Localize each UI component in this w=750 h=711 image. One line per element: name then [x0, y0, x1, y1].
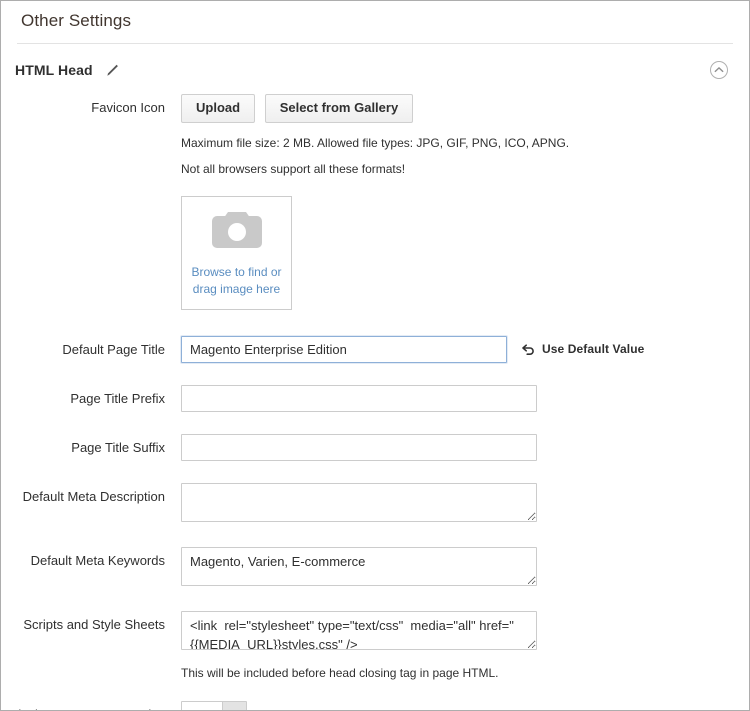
scripts-and-style-sheets-textarea[interactable]: <link rel="stylesheet" type="text/css" m…	[181, 610, 537, 650]
scripts-and-style-sheets-note: This will be included before head closin…	[181, 665, 499, 680]
field-row-page-title-suffix: Page Title Suffix	[1, 433, 749, 461]
favicon-note-filesize: Maximum file size: 2 MB. Allowed file ty…	[181, 136, 570, 151]
default-meta-description-label: Default Meta Description	[22, 488, 165, 504]
dropzone-text-line1: Browse to find or	[191, 265, 282, 280]
field-row-display-demo-store-notice: Display Demo Store Notice No	[1, 700, 749, 710]
chevron-down-icon[interactable]	[222, 701, 246, 710]
section-header: Other Settings	[1, 1, 749, 43]
use-default-value-link[interactable]: Use Default Value	[521, 342, 644, 356]
pencil-icon[interactable]	[105, 62, 121, 78]
select-from-gallery-button[interactable]: Select from Gallery	[264, 94, 414, 124]
field-row-page-title-prefix: Page Title Prefix	[1, 384, 749, 412]
display-demo-store-notice-label: Display Demo Store Notice	[1, 701, 181, 710]
chevron-up-circle-icon[interactable]	[709, 60, 729, 80]
field-row-default-page-title: Default Page Title Use Default Value	[1, 335, 749, 363]
dropzone-text-line2: drag image here	[192, 281, 281, 296]
favicon-note-browsers: Not all browsers support all these forma…	[181, 162, 406, 177]
field-row-default-meta-keywords: Default Meta Keywords Magento, Varien, E…	[1, 546, 749, 589]
page-title-suffix-input[interactable]	[181, 433, 537, 461]
field-row-scripts-and-style-sheets: Scripts and Style Sheets <link rel="styl…	[1, 610, 749, 681]
default-page-title-label: Default Page Title	[62, 341, 165, 357]
upload-button[interactable]: Upload	[181, 94, 256, 124]
image-dropzone[interactable]: Browse to find or drag image here	[181, 195, 292, 310]
scripts-and-style-sheets-label: Scripts and Style Sheets	[23, 616, 165, 632]
use-default-value-label: Use Default Value	[542, 342, 645, 357]
field-row-favicon-icon: Favicon Icon Upload Select from Gallery …	[1, 94, 749, 310]
default-meta-keywords-label: Default Meta Keywords	[30, 552, 165, 568]
select-selected-value: No	[182, 702, 222, 710]
default-meta-keywords-textarea[interactable]: Magento, Varien, E-commerce	[181, 546, 537, 586]
page-title-prefix-input[interactable]	[181, 384, 537, 412]
group-header-html-head[interactable]: HTML Head	[1, 44, 749, 94]
field-row-default-meta-description: Default Meta Description	[1, 482, 749, 525]
undo-arrow-icon	[521, 343, 536, 356]
group-title: HTML Head	[15, 62, 93, 78]
display-demo-store-notice-select[interactable]: No	[181, 700, 247, 710]
camera-icon	[208, 208, 266, 252]
settings-page: Other Settings HTML Head Favicon Icon Up…	[0, 0, 750, 711]
default-meta-description-textarea[interactable]	[181, 482, 537, 522]
page-title: Other Settings	[21, 11, 132, 30]
page-title-prefix-label: Page Title Prefix	[70, 390, 165, 406]
page-title-suffix-label: Page Title Suffix	[71, 439, 165, 455]
dropzone-text: Browse to find or drag image here	[191, 264, 281, 296]
favicon-icon-label: Favicon Icon	[91, 100, 165, 115]
default-page-title-input[interactable]	[181, 335, 507, 363]
html-head-form: Favicon Icon Upload Select from Gallery …	[1, 94, 749, 710]
